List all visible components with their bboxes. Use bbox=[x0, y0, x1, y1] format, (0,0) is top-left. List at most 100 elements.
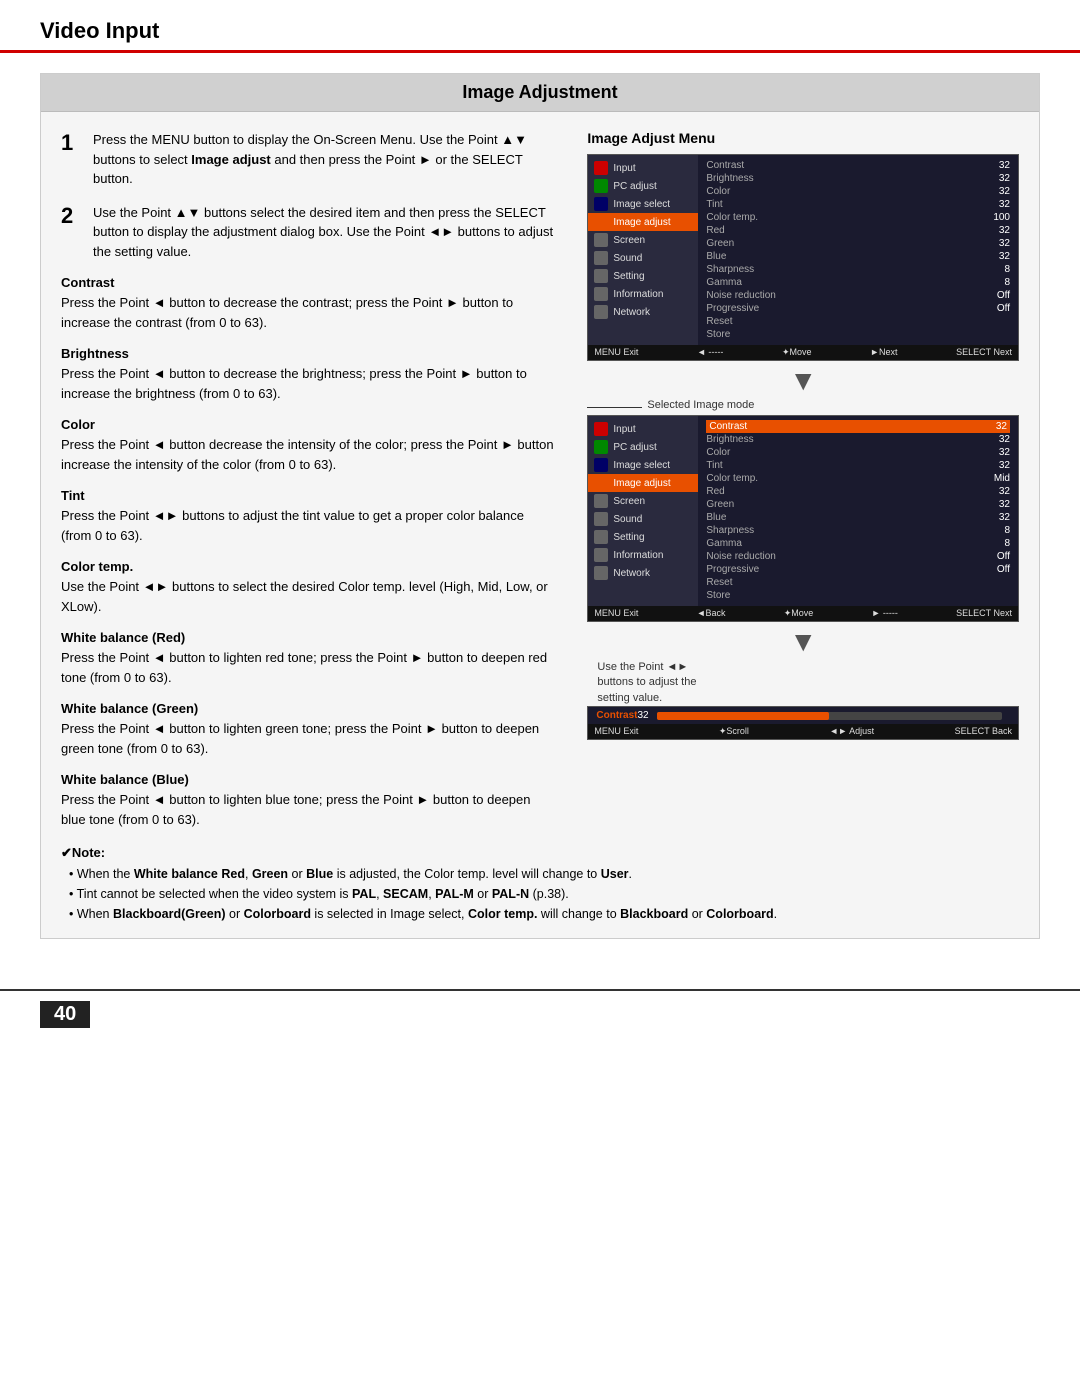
tint-text: Press the Point ◄► buttons to adjust the… bbox=[61, 506, 557, 545]
menu-row-color-temp-2: Color temp.Mid bbox=[706, 472, 1010, 485]
menu-row-brightness: Brightness32 bbox=[706, 172, 1010, 185]
menu-row-red-2: Red32 bbox=[706, 485, 1010, 498]
image-select-icon-2 bbox=[594, 458, 608, 472]
setting-icon bbox=[594, 269, 608, 283]
page-title: Video Input bbox=[40, 18, 1040, 44]
menu-row-noise-2: Noise reductionOff bbox=[706, 550, 1010, 563]
menu-row-progressive-2: ProgressiveOff bbox=[706, 563, 1010, 576]
step-1: 1 Press the MENU button to display the O… bbox=[61, 130, 557, 189]
menu-row-sharpness-2: Sharpness8 bbox=[706, 524, 1010, 537]
section-title: Image Adjustment bbox=[41, 74, 1039, 112]
menu-right-panel-2: Contrast32 Brightness32 Color32 Tint32 C… bbox=[698, 416, 1018, 606]
selected-image-mode-label: Selected Image mode bbox=[587, 399, 1019, 411]
wb-green-heading: White balance (Green) bbox=[61, 701, 557, 716]
information-icon-2 bbox=[594, 548, 608, 562]
step-2: 2 Use the Point ▲▼ buttons select the de… bbox=[61, 203, 557, 262]
slider-row: Contrast 32 bbox=[588, 707, 1018, 724]
page-number: 40 bbox=[40, 1001, 90, 1028]
menu-row-reset-2: Reset bbox=[706, 576, 1010, 589]
menu-row-gamma-2: Gamma8 bbox=[706, 537, 1010, 550]
step-2-number: 2 bbox=[61, 203, 83, 262]
image-select-icon bbox=[594, 197, 608, 211]
menu-item-image-select: Image select bbox=[588, 195, 698, 213]
menu-item-network-2: Network bbox=[588, 564, 698, 582]
menu-row-noise: Noise reductionOff bbox=[706, 289, 1010, 302]
menu-row-green: Green32 bbox=[706, 237, 1010, 250]
wb-green-text: Press the Point ◄ button to lighten gree… bbox=[61, 719, 557, 758]
note-item-2: Tint cannot be selected when the video s… bbox=[69, 884, 1019, 904]
sound-icon bbox=[594, 251, 608, 265]
brightness-heading: Brightness bbox=[61, 346, 557, 361]
image-adjust-icon bbox=[594, 215, 608, 229]
pc-adjust-icon bbox=[594, 179, 608, 193]
step-1-text: Press the MENU button to display the On-… bbox=[93, 130, 557, 189]
arrow-down-2: ▼ bbox=[587, 628, 1019, 656]
menu-row-gamma: Gamma8 bbox=[706, 276, 1010, 289]
color-temp-text: Use the Point ◄► buttons to select the d… bbox=[61, 577, 557, 616]
slider-menu-bar: MENU Exit✦Scroll◄► AdjustSELECT Back bbox=[588, 724, 1018, 739]
slider-value: 32 bbox=[638, 710, 649, 721]
contrast-heading: Contrast bbox=[61, 275, 557, 290]
wb-blue-text: Press the Point ◄ button to lighten blue… bbox=[61, 790, 557, 829]
pc-adjust-icon-2 bbox=[594, 440, 608, 454]
setting-icon-2 bbox=[594, 530, 608, 544]
network-icon bbox=[594, 305, 608, 319]
color-heading: Color bbox=[61, 417, 557, 432]
arrow-down-1: ▼ bbox=[587, 367, 1019, 395]
input-icon bbox=[594, 161, 608, 175]
menu-row-tint-2: Tint32 bbox=[706, 459, 1010, 472]
menu-row-contrast: Contrast32 bbox=[706, 159, 1010, 172]
menu-row-store-2: Store bbox=[706, 589, 1010, 602]
section-box: Image Adjustment 1 Press the MENU button… bbox=[40, 73, 1040, 939]
slider-mockup: Contrast 32 MENU Exit✦Scroll◄► AdjustSEL… bbox=[587, 706, 1019, 740]
menu-item-screen: Screen bbox=[588, 231, 698, 249]
note-heading: ✔Note: bbox=[61, 843, 1019, 864]
information-icon bbox=[594, 287, 608, 301]
menu-row-green-2: Green32 bbox=[706, 498, 1010, 511]
menu-item-information-2: Information bbox=[588, 546, 698, 564]
color-temp-heading: Color temp. bbox=[61, 559, 557, 574]
menu-item-sound-2: Sound bbox=[588, 510, 698, 528]
menu-row-reset: Reset bbox=[706, 315, 1010, 328]
brightness-text: Press the Point ◄ button to decrease the… bbox=[61, 364, 557, 403]
menu-row-color-2: Color32 bbox=[706, 446, 1010, 459]
bottom-note: ✔Note: When the White balance Red, Green… bbox=[41, 843, 1039, 938]
menu-item-image-adjust-2: Image adjust bbox=[588, 474, 698, 492]
contrast-text: Press the Point ◄ button to decrease the… bbox=[61, 293, 557, 332]
menu-item-input: Input bbox=[588, 159, 698, 177]
menu-item-input-2: Input bbox=[588, 420, 698, 438]
menu-row-progressive: ProgressiveOff bbox=[706, 302, 1010, 315]
step-2-text: Use the Point ▲▼ buttons select the desi… bbox=[93, 203, 557, 262]
menu-row-color-temp: Color temp.100 bbox=[706, 211, 1010, 224]
wb-red-heading: White balance (Red) bbox=[61, 630, 557, 645]
page-header: Video Input bbox=[0, 0, 1080, 53]
menu-row-store: Store bbox=[706, 328, 1010, 341]
menu-left-panel-2: Input PC adjust Image select Image adjus… bbox=[588, 416, 698, 606]
wb-blue-heading: White balance (Blue) bbox=[61, 772, 557, 787]
menu-row-blue: Blue32 bbox=[706, 250, 1010, 263]
use-point-text: Use the Point ◄►buttons to adjust theset… bbox=[587, 660, 1019, 706]
menu-row-blue-2: Blue32 bbox=[706, 511, 1010, 524]
menu-row-red: Red32 bbox=[706, 224, 1010, 237]
tint-heading: Tint bbox=[61, 488, 557, 503]
note-item-1: When the White balance Red, Green or Blu… bbox=[69, 864, 1019, 884]
menu-row-sharpness: Sharpness8 bbox=[706, 263, 1010, 276]
menu-screenshot-2: Input PC adjust Image select Image adjus… bbox=[587, 415, 1019, 622]
menu-row-contrast-2: Contrast32 bbox=[706, 420, 1010, 433]
menu-item-screen-2: Screen bbox=[588, 492, 698, 510]
screen-icon bbox=[594, 233, 608, 247]
menu-right-panel-1: Contrast32 Brightness32 Color32 Tint32 C… bbox=[698, 155, 1018, 345]
menu-item-image-select-2: Image select bbox=[588, 456, 698, 474]
menu-item-pc-adjust: PC adjust bbox=[588, 177, 698, 195]
note-item-3: When Blackboard(Green) or Colorboard is … bbox=[69, 904, 1019, 924]
menu-row-color: Color32 bbox=[706, 185, 1010, 198]
color-text: Press the Point ◄ button decrease the in… bbox=[61, 435, 557, 474]
slider-bar-container bbox=[657, 712, 1002, 720]
menu-item-sound: Sound bbox=[588, 249, 698, 267]
note-list: When the White balance Red, Green or Blu… bbox=[61, 864, 1019, 924]
page-footer: 40 bbox=[0, 989, 1080, 1038]
left-column: 1 Press the MENU button to display the O… bbox=[61, 130, 557, 833]
slider-bar-fill bbox=[657, 712, 830, 720]
menu-item-pc-adjust-2: PC adjust bbox=[588, 438, 698, 456]
right-column: Image Adjust Menu Input PC adjust Image … bbox=[587, 130, 1019, 833]
